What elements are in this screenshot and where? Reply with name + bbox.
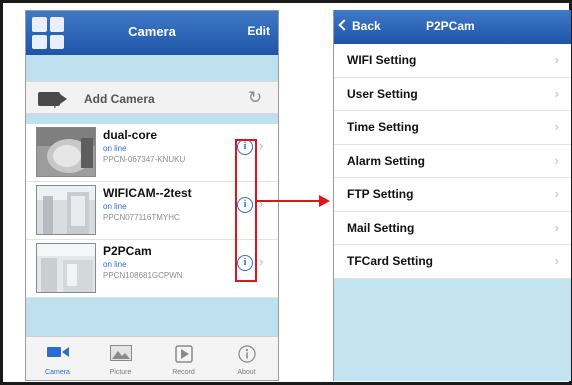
camera-thumbnail	[36, 243, 96, 293]
navigation-bar: Camera Edit	[26, 11, 278, 55]
setting-user[interactable]: User Setting ›	[334, 78, 571, 111]
chevron-right-icon: ›	[259, 254, 264, 269]
chevron-right-icon: ›	[554, 219, 559, 235]
tab-picture[interactable]: Picture	[89, 337, 152, 380]
setting-wifi[interactable]: WIFI Setting ›	[334, 44, 571, 78]
tab-record[interactable]: Record	[152, 337, 215, 380]
camera-name: WIFICAM--2test	[103, 186, 192, 200]
chevron-right-icon: ›	[554, 253, 559, 268]
tab-label: Record	[172, 369, 195, 376]
setting-alarm[interactable]: Alarm Setting ›	[334, 145, 571, 178]
camera-settings-screen: Back P2PCam WIFI Setting › User Setting …	[333, 10, 571, 381]
setting-tfcard[interactable]: TFCard Setting ›	[334, 245, 571, 279]
setting-label: FTP Setting	[347, 187, 414, 201]
setting-time[interactable]: Time Setting ›	[334, 111, 571, 145]
camera-name: dual-core	[103, 128, 158, 142]
setting-label: Mail Setting	[347, 220, 415, 235]
camera-status: on line	[103, 144, 127, 153]
camera-status: on line	[103, 260, 127, 269]
add-camera-row[interactable]: + Add Camera ↻	[26, 81, 278, 114]
highlight-box	[235, 139, 257, 282]
chevron-right-icon: ›	[554, 85, 559, 101]
chevron-right-icon: ›	[554, 119, 559, 134]
tab-camera[interactable]: Camera	[26, 337, 89, 380]
setting-label: TFCard Setting	[347, 254, 433, 268]
picture-icon	[109, 345, 132, 366]
camera-uid: PPCN-067347-KNUKU	[103, 155, 186, 164]
back-button[interactable]: Back	[338, 19, 381, 33]
chevron-right-icon: ›	[554, 52, 559, 67]
empty-area	[26, 298, 278, 338]
camera-thumbnail	[36, 185, 96, 235]
camera-uid: PPCN077116TMYHC	[103, 213, 180, 222]
chevron-right-icon: ›	[554, 152, 559, 168]
back-label: Back	[352, 19, 381, 33]
setting-label: WIFI Setting	[347, 53, 417, 67]
chevron-left-icon	[338, 19, 350, 31]
refresh-icon[interactable]: ↻	[246, 89, 264, 107]
info-icon	[237, 345, 256, 368]
camera-status: on line	[103, 202, 127, 211]
chevron-right-icon: ›	[554, 186, 559, 201]
header-band	[26, 55, 278, 81]
camera-uid: PPCN108681GCPWN	[103, 271, 183, 280]
screen-title: P2PCam	[426, 19, 475, 33]
tab-label: Camera	[45, 369, 70, 376]
camera-name: P2PCam	[103, 244, 152, 258]
add-camera-label: Add Camera	[84, 92, 155, 106]
tab-label: About	[237, 369, 256, 376]
chevron-right-icon: ›	[259, 196, 264, 211]
setting-mail[interactable]: Mail Setting ›	[334, 212, 571, 245]
tab-label: Picture	[109, 369, 132, 376]
camera-thumbnail	[36, 127, 96, 177]
setting-label: Time Setting	[347, 120, 419, 134]
chevron-right-icon: ›	[259, 138, 264, 153]
setting-label: User Setting	[347, 86, 418, 101]
record-icon	[174, 345, 193, 368]
settings-list: WIFI Setting › User Setting › Time Setti…	[334, 44, 571, 279]
arrow-line	[257, 200, 325, 202]
tab-about[interactable]: About	[215, 337, 278, 380]
setting-ftp[interactable]: FTP Setting ›	[334, 178, 571, 212]
add-camera-icon: +	[38, 92, 67, 112]
arrow-head-icon	[319, 195, 330, 207]
screen-title: Camera	[128, 24, 176, 39]
edit-button[interactable]: Edit	[247, 24, 270, 38]
navigation-bar: Back P2PCam	[334, 10, 571, 44]
figure-frame: Camera Edit + Add Camera ↻ dual-core on …	[0, 0, 572, 385]
separator-band	[26, 114, 278, 124]
setting-label: Alarm Setting	[347, 153, 426, 168]
tab-bar: Camera Picture Record About	[26, 336, 278, 380]
video-camera-icon	[46, 345, 69, 364]
